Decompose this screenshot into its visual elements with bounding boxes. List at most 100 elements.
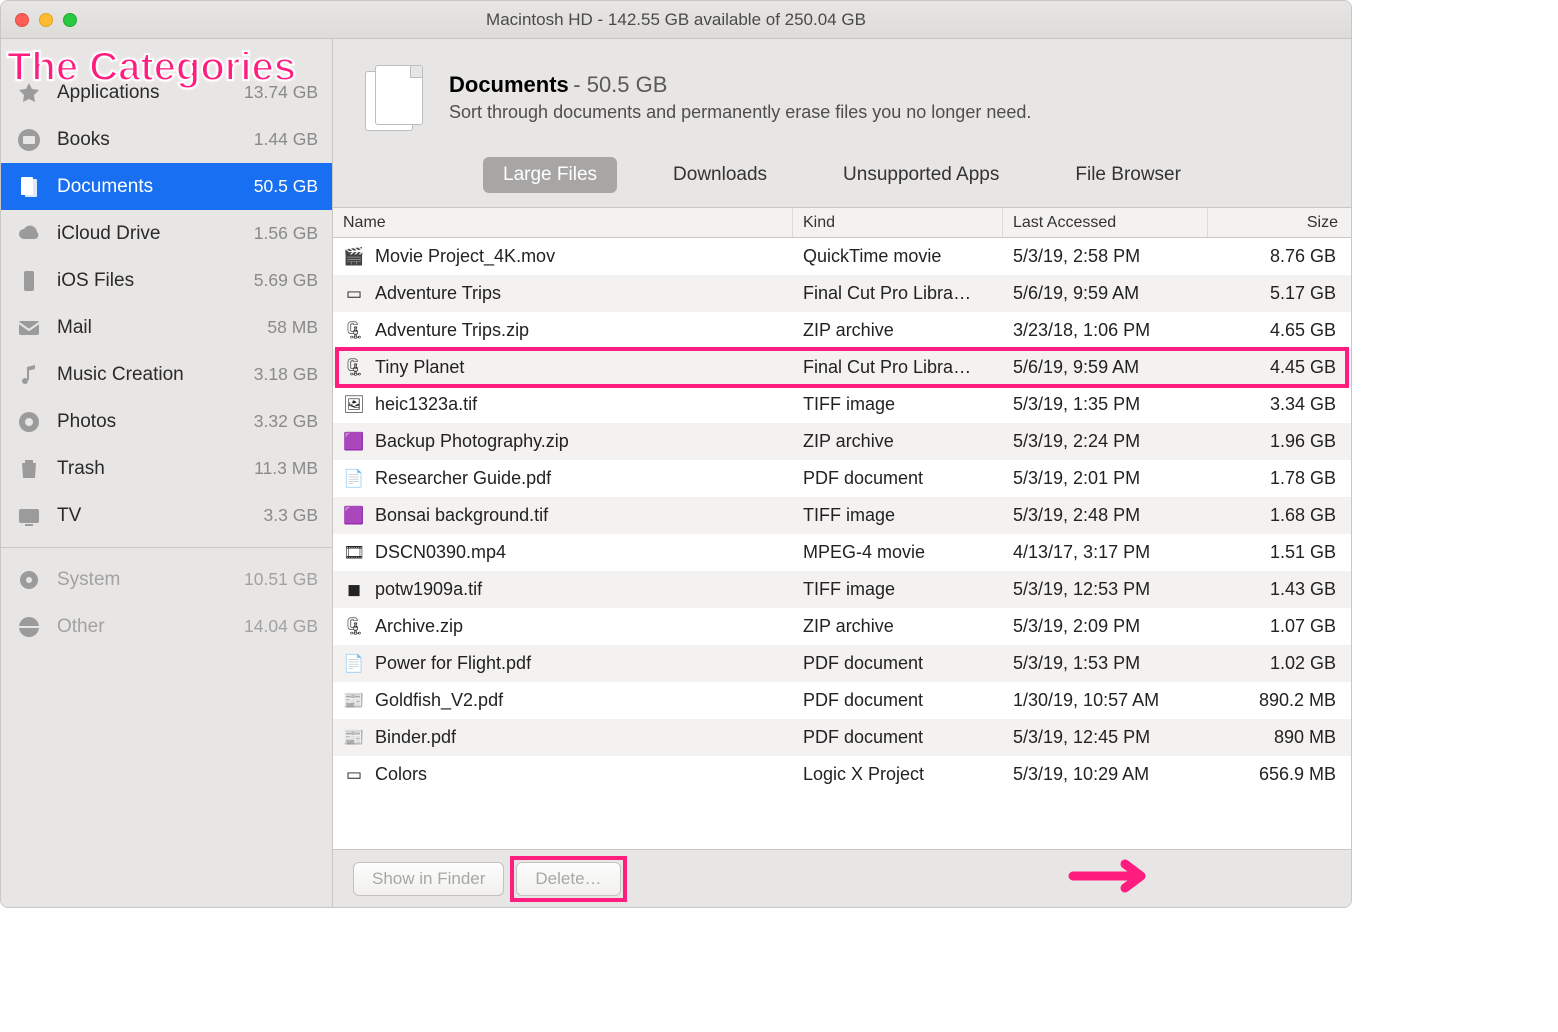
file-table-body[interactable]: 🎬Movie Project_4K.movQuickTime movie5/3/… bbox=[333, 238, 1351, 849]
file-kind: QuickTime movie bbox=[793, 246, 1003, 267]
file-icon: ▭ bbox=[343, 764, 365, 786]
sidebar-item-tv[interactable]: TV3.3 GB bbox=[1, 492, 332, 539]
file-last-accessed: 4/13/17, 3:17 PM bbox=[1003, 542, 1208, 563]
sidebar-item-music-creation[interactable]: Music Creation3.18 GB bbox=[1, 351, 332, 398]
file-last-accessed: 5/6/19, 9:59 AM bbox=[1003, 283, 1208, 304]
file-size: 5.17 GB bbox=[1208, 283, 1348, 304]
documents-large-icon bbox=[359, 63, 427, 131]
tv-icon bbox=[15, 502, 43, 530]
col-name[interactable]: Name bbox=[333, 208, 793, 237]
tab-large-files[interactable]: Large Files bbox=[483, 157, 617, 193]
minimize-window-button[interactable] bbox=[39, 13, 53, 27]
file-last-accessed: 5/3/19, 2:09 PM bbox=[1003, 616, 1208, 637]
file-row[interactable]: 📄Power for Flight.pdfPDF document5/3/19,… bbox=[333, 645, 1351, 682]
file-row[interactable]: 📰Goldfish_V2.pdfPDF document1/30/19, 10:… bbox=[333, 682, 1351, 719]
sidebar-item-size: 13.74 GB bbox=[244, 82, 318, 103]
sidebar-item-size: 5.69 GB bbox=[254, 270, 318, 291]
sidebar-item-size: 10.51 GB bbox=[244, 569, 318, 590]
window-title: Macintosh HD - 142.55 GB available of 25… bbox=[1, 10, 1351, 30]
tab-downloads[interactable]: Downloads bbox=[653, 157, 787, 193]
file-last-accessed: 3/23/18, 1:06 PM bbox=[1003, 320, 1208, 341]
other-icon bbox=[15, 613, 43, 641]
file-size: 1.02 GB bbox=[1208, 653, 1348, 674]
delete-button[interactable]: Delete… bbox=[516, 862, 620, 896]
file-row[interactable]: 🟪Bonsai background.tifTIFF image5/3/19, … bbox=[333, 497, 1351, 534]
tab-unsupported-apps[interactable]: Unsupported Apps bbox=[823, 157, 1019, 193]
sidebar-item-applications[interactable]: Applications13.74 GB bbox=[1, 69, 332, 116]
category-size: - 50.5 GB bbox=[573, 72, 667, 97]
category-title: Documents bbox=[449, 72, 569, 97]
content-pane: Documents - 50.5 GB Sort through documen… bbox=[333, 39, 1351, 907]
sidebar-item-label: iOS Files bbox=[57, 270, 254, 292]
file-row[interactable]: 🎬Movie Project_4K.movQuickTime movie5/3/… bbox=[333, 238, 1351, 275]
file-icon: 🟪 bbox=[343, 505, 365, 527]
file-icon: 🗜 bbox=[343, 357, 365, 379]
file-name: DSCN0390.mp4 bbox=[375, 542, 506, 563]
file-last-accessed: 5/3/19, 12:53 PM bbox=[1003, 579, 1208, 600]
system-icon bbox=[15, 566, 43, 594]
sidebar-item-mail[interactable]: Mail58 MB bbox=[1, 304, 332, 351]
sidebar-item-label: Photos bbox=[57, 411, 254, 433]
window-body: Applications13.74 GBBooks1.44 GBDocument… bbox=[1, 39, 1351, 907]
file-kind: MPEG-4 movie bbox=[793, 542, 1003, 563]
sidebar-item-other: Other14.04 GB bbox=[1, 603, 332, 650]
documents-icon bbox=[15, 173, 43, 201]
file-size: 656.9 MB bbox=[1208, 764, 1348, 785]
show-in-finder-button[interactable]: Show in Finder bbox=[353, 862, 504, 896]
file-kind: Final Cut Pro Libra… bbox=[793, 283, 1003, 304]
zoom-window-button[interactable] bbox=[63, 13, 77, 27]
file-row[interactable]: 🗜Tiny PlanetFinal Cut Pro Libra…5/6/19, … bbox=[333, 349, 1351, 386]
file-name: Backup Photography.zip bbox=[375, 431, 569, 452]
file-row[interactable]: 🎞DSCN0390.mp4MPEG-4 movie4/13/17, 3:17 P… bbox=[333, 534, 1351, 571]
file-icon: 📄 bbox=[343, 653, 365, 675]
col-kind[interactable]: Kind bbox=[793, 208, 1003, 237]
file-icon: 🎬 bbox=[343, 246, 365, 268]
file-row[interactable]: 📄Researcher Guide.pdfPDF document5/3/19,… bbox=[333, 460, 1351, 497]
tab-file-browser[interactable]: File Browser bbox=[1055, 157, 1201, 193]
sidebar-item-books[interactable]: Books1.44 GB bbox=[1, 116, 332, 163]
sidebar-item-size: 58 MB bbox=[267, 317, 318, 338]
close-window-button[interactable] bbox=[15, 13, 29, 27]
sidebar-item-size: 3.3 GB bbox=[264, 505, 318, 526]
sidebar-item-label: Music Creation bbox=[57, 364, 254, 386]
music-icon bbox=[15, 361, 43, 389]
sidebar-item-size: 1.56 GB bbox=[254, 223, 318, 244]
books-icon bbox=[15, 126, 43, 154]
file-icon: 🗜 bbox=[343, 320, 365, 342]
file-row[interactable]: ▭Adventure TripsFinal Cut Pro Libra…5/6/… bbox=[333, 275, 1351, 312]
file-row[interactable]: ▭ColorsLogic X Project5/3/19, 10:29 AM65… bbox=[333, 756, 1351, 793]
file-row[interactable]: 🟪Backup Photography.zipZIP archive5/3/19… bbox=[333, 423, 1351, 460]
file-kind: TIFF image bbox=[793, 579, 1003, 600]
footer: Show in Finder Delete… bbox=[333, 849, 1351, 907]
col-last-accessed[interactable]: Last Accessed bbox=[1003, 208, 1208, 237]
file-size: 1.68 GB bbox=[1208, 505, 1348, 526]
sidebar-item-size: 14.04 GB bbox=[244, 616, 318, 637]
file-row[interactable]: ◼potw1909a.tifTIFF image5/3/19, 12:53 PM… bbox=[333, 571, 1351, 608]
applications-icon bbox=[15, 79, 43, 107]
file-last-accessed: 5/3/19, 10:29 AM bbox=[1003, 764, 1208, 785]
file-icon: 🗜 bbox=[343, 616, 365, 638]
sidebar-item-label: System bbox=[57, 569, 244, 591]
delete-button-highlight: Delete… bbox=[516, 862, 620, 896]
file-row[interactable]: 🖼heic1323a.tifTIFF image5/3/19, 1:35 PM3… bbox=[333, 386, 1351, 423]
file-row[interactable]: 📰Binder.pdfPDF document5/3/19, 12:45 PM8… bbox=[333, 719, 1351, 756]
file-row[interactable]: 🗜Archive.zipZIP archive5/3/19, 2:09 PM1.… bbox=[333, 608, 1351, 645]
sidebar-item-photos[interactable]: Photos3.32 GB bbox=[1, 398, 332, 445]
file-size: 4.45 GB bbox=[1208, 357, 1348, 378]
file-row[interactable]: 🗜Adventure Trips.zipZIP archive3/23/18, … bbox=[333, 312, 1351, 349]
sidebar-item-trash[interactable]: Trash11.3 MB bbox=[1, 445, 332, 492]
file-kind: PDF document bbox=[793, 690, 1003, 711]
sidebar-item-size: 3.32 GB bbox=[254, 411, 318, 432]
sidebar-item-icloud-drive[interactable]: iCloud Drive1.56 GB bbox=[1, 210, 332, 257]
sidebar-item-label: Documents bbox=[57, 176, 254, 198]
sidebar-item-documents[interactable]: Documents50.5 GB bbox=[1, 163, 332, 210]
file-last-accessed: 5/3/19, 2:58 PM bbox=[1003, 246, 1208, 267]
file-last-accessed: 5/3/19, 1:53 PM bbox=[1003, 653, 1208, 674]
trash-icon bbox=[15, 455, 43, 483]
col-size[interactable]: Size bbox=[1208, 208, 1348, 237]
file-name: Adventure Trips bbox=[375, 283, 501, 304]
file-name: Goldfish_V2.pdf bbox=[375, 690, 503, 711]
sidebar-item-label: Other bbox=[57, 616, 244, 638]
sidebar-item-ios-files[interactable]: iOS Files5.69 GB bbox=[1, 257, 332, 304]
sidebar-item-label: Books bbox=[57, 129, 254, 151]
